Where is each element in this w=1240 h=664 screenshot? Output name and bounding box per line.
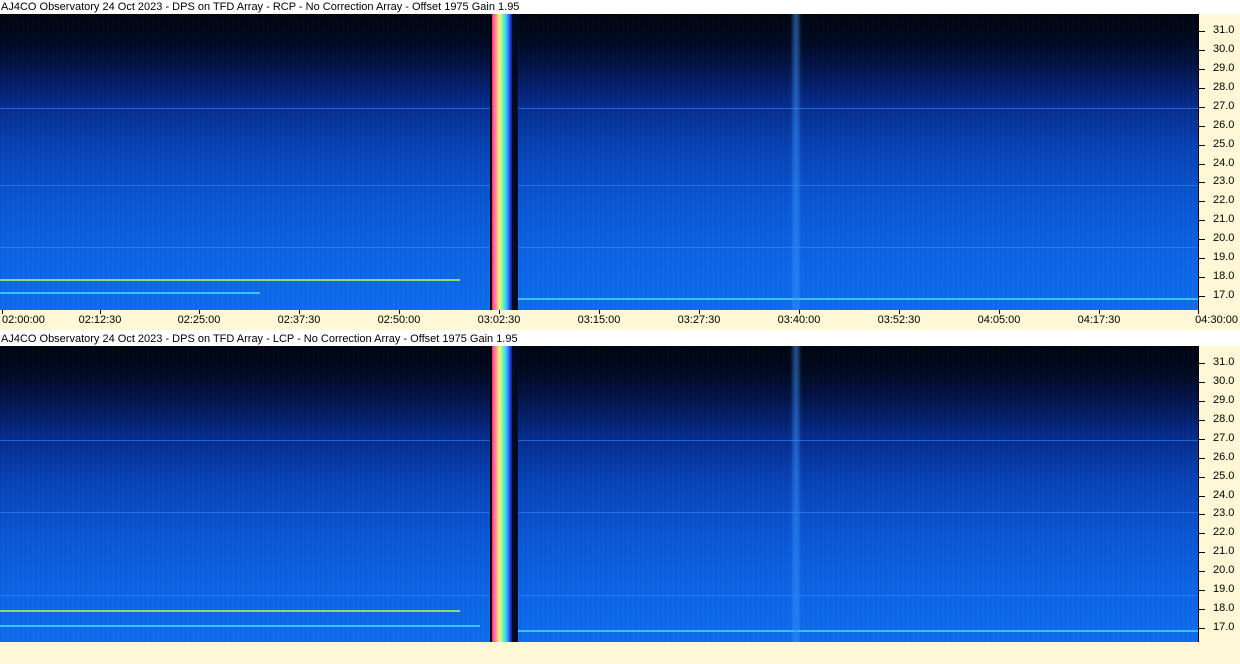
bottom-bar	[0, 642, 1240, 664]
x-tick-label: 02:37:30	[277, 314, 321, 326]
x-tick-label: 02:00:00	[2, 314, 45, 326]
x-tick-label: 02:12:30	[78, 314, 122, 326]
y-tick-label: 19.0	[1213, 583, 1235, 595]
rfi-line	[515, 298, 1198, 300]
y-tick-label: 21.0	[1213, 213, 1235, 225]
burst-gap	[512, 346, 518, 642]
x-tick-label: 03:15:00	[577, 314, 621, 326]
y-tick	[1199, 458, 1205, 459]
y-tick-label: 28.0	[1213, 81, 1235, 93]
y-axis-rcp: 31.0 30.0 29.0 28.0 27.0 26.0 25.0 24.0 …	[1198, 14, 1240, 310]
x-axis: 02:00:00 02:12:30 02:25:00 02:37:30 02:5…	[0, 310, 1240, 330]
y-tick	[1199, 277, 1205, 278]
spectrogram-rcp	[0, 14, 1198, 310]
rfi-line	[0, 292, 260, 294]
rfi-line	[0, 108, 1198, 109]
y-tick-label: 24.0	[1213, 489, 1235, 501]
y-tick-label: 17.0	[1213, 621, 1235, 633]
y-tick-label: 23.0	[1213, 175, 1235, 187]
y-tick-label: 20.0	[1213, 564, 1235, 576]
y-tick	[1199, 552, 1205, 553]
y-tick-label: 30.0	[1213, 375, 1235, 387]
x-tick-label: 02:25:00	[177, 314, 221, 326]
x-tick-label: 04:30:00	[1195, 314, 1238, 326]
solar-burst	[490, 14, 512, 310]
y-tick-label: 17.0	[1213, 289, 1235, 301]
panel-title-lcp: AJ4CO Observatory 24 Oct 2023 - DPS on T…	[0, 332, 1240, 346]
y-tick-label: 31.0	[1213, 356, 1235, 368]
x-tick-label: 04:17:30	[1077, 314, 1121, 326]
y-tick	[1199, 50, 1205, 51]
y-tick-label: 30.0	[1213, 43, 1235, 55]
rfi-line	[0, 625, 480, 627]
y-tick	[1199, 439, 1205, 440]
y-tick	[1199, 609, 1205, 610]
y-tick-label: 24.0	[1213, 157, 1235, 169]
x-tick-label: 02:50:00	[377, 314, 421, 326]
y-tick	[1199, 126, 1205, 127]
x-tick-label: 03:40:00	[777, 314, 821, 326]
y-tick	[1199, 220, 1205, 221]
y-tick-label: 31.0	[1213, 24, 1235, 36]
y-tick	[1199, 31, 1205, 32]
x-tick-label: 03:52:30	[877, 314, 921, 326]
y-tick	[1199, 420, 1205, 421]
y-tick-label: 26.0	[1213, 119, 1235, 131]
vertical-streak	[790, 346, 802, 642]
rfi-line	[0, 185, 1198, 186]
y-tick	[1199, 628, 1205, 629]
y-tick	[1199, 182, 1205, 183]
y-tick-label: 29.0	[1213, 394, 1235, 406]
rfi-line	[0, 610, 460, 612]
vertical-streak	[790, 14, 802, 310]
y-tick-label: 29.0	[1213, 62, 1235, 74]
y-tick	[1199, 477, 1205, 478]
rfi-line	[0, 279, 460, 281]
y-tick	[1199, 258, 1205, 259]
rfi-line	[0, 512, 1198, 513]
y-tick-label: 27.0	[1213, 100, 1235, 112]
y-tick	[1199, 88, 1205, 89]
y-tick-label: 18.0	[1213, 270, 1235, 282]
y-tick	[1199, 533, 1205, 534]
x-tick-label: 04:05:00	[977, 314, 1021, 326]
y-tick-label: 27.0	[1213, 432, 1235, 444]
y-axis-lcp: 31.0 30.0 29.0 28.0 27.0 26.0 25.0 24.0 …	[1198, 346, 1240, 642]
y-tick	[1199, 69, 1205, 70]
y-tick	[1199, 382, 1205, 383]
y-tick	[1199, 296, 1205, 297]
rfi-line	[0, 595, 1198, 596]
y-tick-label: 18.0	[1213, 602, 1235, 614]
panel-title-rcp: AJ4CO Observatory 24 Oct 2023 - DPS on T…	[0, 0, 1240, 14]
x-tick-label: 03:02:30	[477, 314, 521, 326]
y-tick-label: 28.0	[1213, 413, 1235, 425]
y-tick	[1199, 145, 1205, 146]
y-tick	[1199, 363, 1205, 364]
y-tick-label: 19.0	[1213, 251, 1235, 263]
x-tick-label: 03:27:30	[677, 314, 721, 326]
y-tick	[1199, 107, 1205, 108]
y-tick-label: 22.0	[1213, 526, 1235, 538]
y-tick-label: 26.0	[1213, 451, 1235, 463]
solar-burst	[490, 346, 512, 642]
rfi-line	[0, 440, 1198, 441]
rfi-line	[0, 247, 1198, 248]
burst-gap	[512, 14, 518, 310]
spectrogram-lcp	[0, 346, 1198, 642]
y-tick-label: 22.0	[1213, 194, 1235, 206]
y-tick	[1199, 571, 1205, 572]
y-tick	[1199, 496, 1205, 497]
y-tick	[1199, 201, 1205, 202]
y-tick	[1199, 590, 1205, 591]
y-tick-label: 25.0	[1213, 470, 1235, 482]
y-tick	[1199, 514, 1205, 515]
y-tick-label: 23.0	[1213, 507, 1235, 519]
y-tick	[1199, 401, 1205, 402]
y-tick-label: 21.0	[1213, 545, 1235, 557]
y-tick-label: 25.0	[1213, 138, 1235, 150]
y-tick-label: 20.0	[1213, 232, 1235, 244]
rfi-line	[515, 630, 1198, 632]
y-tick	[1199, 239, 1205, 240]
y-tick	[1199, 164, 1205, 165]
